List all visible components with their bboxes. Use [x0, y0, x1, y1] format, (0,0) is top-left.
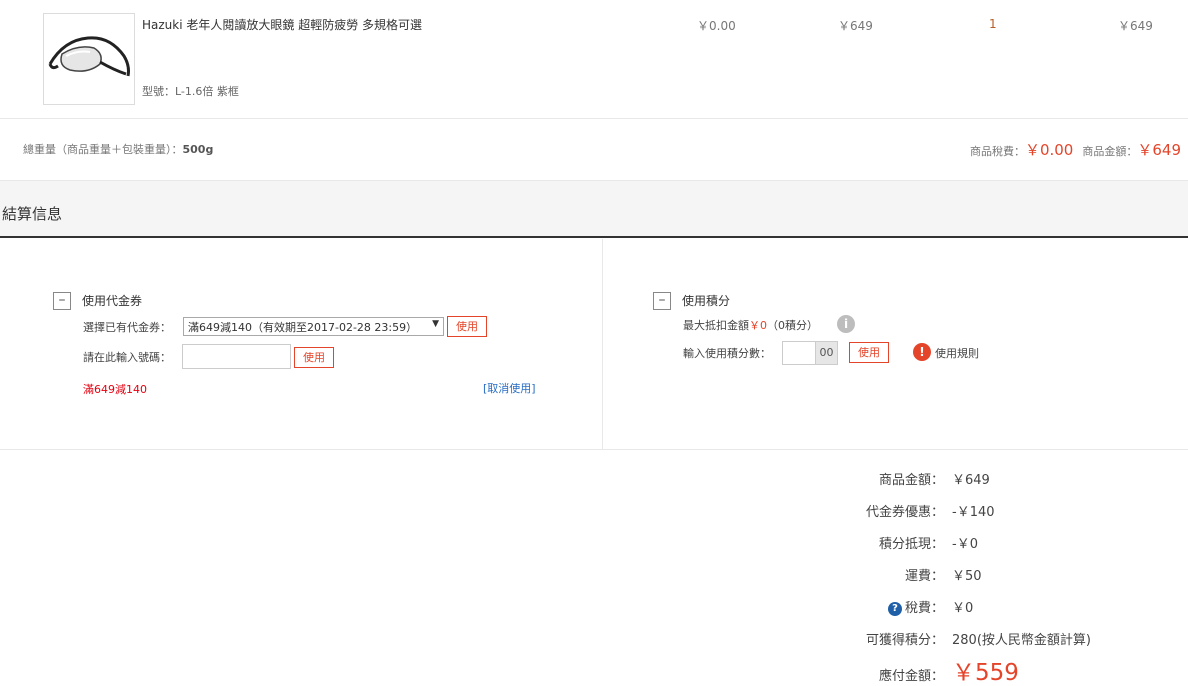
- points-max-label: 最大抵扣金額: [683, 319, 749, 332]
- summary-tax-label: 稅費：: [904, 601, 944, 616]
- product-subtotal: ￥649: [1118, 19, 1153, 33]
- panel-divider: [602, 239, 603, 450]
- weight-row: 總重量（商品重量＋包裝重量）：500g 商品稅費：￥0.00 商品金額：￥649: [0, 119, 1188, 181]
- summary-pay-label: 應付金額：: [878, 669, 944, 684]
- coupon-code-use-button[interactable]: 使用: [294, 347, 334, 368]
- points-use-button[interactable]: 使用: [849, 342, 889, 363]
- summary-coupon-label: 代金券優惠：: [865, 505, 944, 520]
- points-input[interactable]: 00: [782, 341, 838, 365]
- magnifier-glasses-icon: [48, 36, 130, 77]
- product-spec: 型號：L-1.6倍 紫框: [142, 85, 239, 98]
- chevron-down-icon: ▼: [432, 319, 439, 329]
- product-thumbnail[interactable]: [43, 13, 135, 105]
- points-max-value: ￥0: [749, 319, 767, 332]
- summary-earn-points-value: 280(按人民幣金額計算): [952, 633, 1091, 648]
- product-price: ￥649: [838, 19, 873, 33]
- summary-coupon-value: -￥140: [952, 505, 995, 520]
- coupon-code-label: 請在此輸入號碼：: [83, 351, 171, 364]
- cancel-coupon-link[interactable]: [取消使用]: [483, 380, 536, 396]
- summary-goods-value: ￥649: [952, 473, 990, 488]
- summary-goods-label: 商品金額：: [878, 473, 944, 488]
- coupon-toggle-button[interactable]: –: [53, 292, 71, 310]
- tax-label: 商品稅費：: [969, 145, 1025, 158]
- coupon-use-button[interactable]: 使用: [447, 316, 487, 337]
- settlement-header: 結算信息: [0, 181, 1188, 238]
- points-toggle-button[interactable]: –: [653, 292, 671, 310]
- summary-tax-row: ? 稅費：: [887, 597, 944, 616]
- summary-points-label: 積分抵現：: [878, 537, 944, 552]
- product-row: Hazuki 老年人閱讀放大眼鏡 超輕防疲勞 多規格可選 型號：L-1.6倍 紫…: [0, 0, 1188, 119]
- total-weight-label: 總重量（商品重量＋包裝重量）：: [23, 143, 183, 156]
- product-quantity: 1: [989, 17, 997, 31]
- points-title: 使用積分: [682, 294, 731, 308]
- total-weight: 總重量（商品重量＋包裝重量）：500g: [23, 141, 213, 157]
- amount-value: ￥649: [1137, 141, 1181, 159]
- coupon-title: 使用代金券: [82, 294, 143, 308]
- settlement-panels: – 使用代金券 選擇已有代金券： 滿649減140（有效期至2017-02-28…: [0, 239, 1188, 450]
- product-totals: 商品稅費：￥0.00 商品金額：￥649: [970, 139, 1181, 160]
- summary-shipping-label: 運費：: [904, 569, 944, 584]
- section-title: 結算信息: [2, 205, 63, 223]
- help-icon[interactable]: ?: [887, 602, 902, 616]
- info-icon[interactable]: i: [837, 315, 855, 333]
- coupon-select-label: 選擇已有代金券：: [83, 321, 171, 334]
- summary-shipping-value: ￥50: [952, 569, 982, 584]
- summary-earn-points-label: 可獲得積分：: [865, 633, 944, 648]
- coupon-code-input[interactable]: [182, 344, 291, 369]
- summary-pay-value: ￥559: [952, 660, 1019, 686]
- points-input-label: 輸入使用積分數：: [683, 347, 771, 360]
- tax-value: ￥0.00: [1024, 141, 1074, 159]
- product-tax: ￥0.00: [697, 19, 736, 33]
- alert-icon: !: [913, 343, 931, 361]
- points-rules-link[interactable]: 使用規則: [935, 345, 979, 361]
- amount-label: 商品金額：: [1082, 145, 1138, 158]
- product-name[interactable]: Hazuki 老年人閱讀放大眼鏡 超輕防疲勞 多規格可選: [142, 16, 422, 33]
- total-weight-value: 500g: [182, 143, 214, 156]
- applied-coupon: 滿649減140: [83, 383, 147, 396]
- points-max-points: （0積分）: [767, 319, 818, 332]
- points-input-suffix: 00: [815, 342, 837, 364]
- coupon-select[interactable]: 滿649減140（有效期至2017-02-28 23:59） ▼: [183, 317, 444, 336]
- coupon-select-value: 滿649減140（有效期至2017-02-28 23:59）: [188, 321, 418, 334]
- summary-points-value: -￥0: [952, 537, 978, 552]
- points-max: 最大抵扣金額￥0（0積分）: [683, 317, 818, 333]
- summary-tax-value: ￥0: [952, 601, 974, 616]
